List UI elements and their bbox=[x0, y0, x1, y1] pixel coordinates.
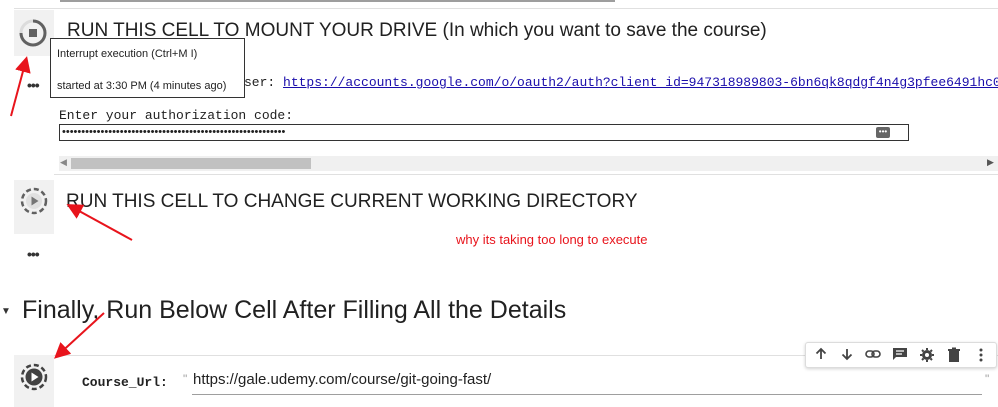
red-arrow-1 bbox=[10, 56, 31, 117]
red-arrow-3 bbox=[54, 312, 105, 359]
red-arrow-2 bbox=[66, 204, 133, 241]
annotation-arrows bbox=[10, 56, 133, 359]
